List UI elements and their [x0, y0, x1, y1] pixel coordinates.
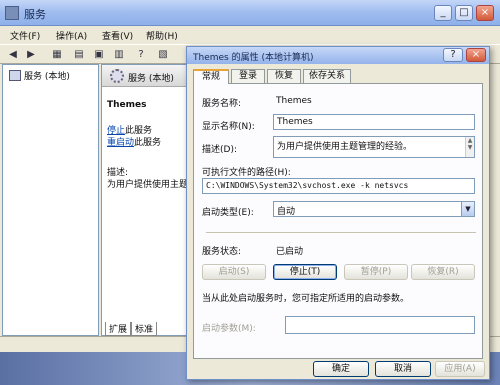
dialog-title: Themes 的属性 (本地计算机) — [193, 53, 314, 63]
tree-item-label: 服务 (本地) — [24, 72, 70, 82]
export-icon[interactable]: ▥ — [112, 48, 126, 61]
services-app-icon — [5, 6, 19, 20]
detail-header: 服务 (本地) — [102, 65, 190, 87]
restart-service-row: 重启动此服务 — [107, 135, 161, 148]
dialog-titlebar[interactable]: Themes 的属性 (本地计算机) ? × — [187, 47, 489, 64]
chevron-down-icon[interactable]: ▼ — [461, 202, 474, 216]
show-tree-icon[interactable]: ▦ — [50, 48, 64, 61]
menu-view[interactable]: 查看(V) — [102, 29, 133, 42]
stop-button[interactable]: 停止(T) — [273, 264, 337, 280]
help-icon[interactable]: ? — [134, 48, 148, 61]
selected-service-name: Themes — [107, 100, 147, 110]
exe-path-field[interactable]: C:\WINDOWS\System32\svchost.exe -k netsv… — [202, 178, 475, 194]
description-text: 为用户提供使用主题 — [107, 180, 189, 190]
tree-pane: 服务 (本地) — [2, 64, 99, 336]
gear-icon — [110, 69, 124, 83]
description-scrollbar[interactable]: ▲ ▼ — [465, 137, 474, 157]
menu-file[interactable]: 文件(F) — [10, 29, 40, 42]
forward-arrow-icon[interactable]: ▶ — [24, 48, 38, 61]
description-field-value: 为用户提供使用主题管理的经验。 — [277, 142, 413, 152]
back-arrow-icon[interactable]: ◀ — [6, 48, 20, 61]
tab-logon[interactable]: 登录 — [231, 69, 265, 83]
service-status-value: 已启动 — [276, 247, 304, 257]
services-title: 服务 — [24, 8, 46, 21]
pause-button[interactable]: 暂停(P) — [344, 264, 408, 280]
display-name-field[interactable]: Themes — [273, 114, 475, 130]
properties-dialog: Themes 的属性 (本地计算机) ? × 常规 登录 恢复 依存关系 服务名… — [186, 46, 490, 380]
maximize-icon[interactable]: □ — [455, 5, 473, 21]
help-icon[interactable]: ? — [443, 48, 463, 62]
service-status-label: 服务状态: — [202, 247, 242, 257]
startup-type-select[interactable]: 自动 ▼ — [273, 201, 475, 217]
tab-extended[interactable]: 扩展 — [105, 322, 132, 336]
detail-pane: 服务 (本地) Themes 停止此服务 重启动此服务 描述: 为用户提供使用主… — [101, 64, 191, 336]
startup-type-value: 自动 — [277, 207, 296, 217]
services-titlebar[interactable]: 服务 _ □ × — [0, 0, 500, 26]
properties-icon[interactable]: ▤ — [72, 48, 86, 61]
close-icon[interactable]: × — [466, 48, 486, 62]
restart-service-link[interactable]: 重启动 — [107, 138, 134, 148]
tab-dependencies[interactable]: 依存关系 — [303, 69, 351, 83]
menu-action[interactable]: 操作(A) — [56, 29, 87, 42]
start-params-input[interactable] — [285, 316, 475, 334]
start-params-hint: 当从此处启动服务时，您可指定所适用的启动参数。 — [202, 294, 410, 304]
general-tab-panel: 服务名称: Themes 显示名称(N): Themes 描述(D): 为用户提… — [193, 83, 483, 359]
tab-recovery[interactable]: 恢复 — [267, 69, 301, 83]
tree-item-services-local[interactable]: 服务 (本地) — [9, 69, 70, 82]
refresh-icon[interactable]: ▣ — [92, 48, 106, 61]
service-name-value: Themes — [276, 96, 312, 106]
tab-standard[interactable]: 标准 — [131, 322, 158, 336]
resume-button[interactable]: 恢复(R) — [411, 264, 475, 280]
view-tabs: 扩展 标准 — [105, 322, 158, 336]
service-name-label: 服务名称: — [202, 99, 242, 109]
services-menubar: 文件(F) 操作(A) 查看(V) 帮助(H) — [0, 26, 500, 44]
close-icon[interactable]: × — [476, 5, 494, 21]
description-field[interactable]: 为用户提供使用主题管理的经验。 ▲ ▼ — [273, 136, 475, 158]
start-params-label: 启动参数(M): — [202, 324, 256, 334]
display-name-label: 显示名称(N): — [202, 122, 255, 132]
detail-header-label: 服务 (本地) — [128, 74, 174, 84]
divider — [206, 232, 476, 234]
services-node-icon — [9, 70, 21, 81]
view-icon[interactable]: ▧ — [156, 48, 170, 61]
ok-button[interactable]: 确定 — [313, 361, 369, 377]
exe-path-label: 可执行文件的路径(H): — [202, 168, 291, 178]
tab-general[interactable]: 常规 — [193, 69, 229, 84]
startup-type-label: 启动类型(E): — [202, 208, 254, 218]
minimize-icon[interactable]: _ — [434, 5, 452, 21]
start-button[interactable]: 启动(S) — [202, 264, 266, 280]
apply-button[interactable]: 应用(A) — [435, 361, 485, 377]
description-field-label: 描述(D): — [202, 145, 237, 155]
menu-help[interactable]: 帮助(H) — [146, 29, 178, 42]
restart-service-suffix: 此服务 — [134, 138, 162, 148]
cancel-button[interactable]: 取消 — [375, 361, 431, 377]
